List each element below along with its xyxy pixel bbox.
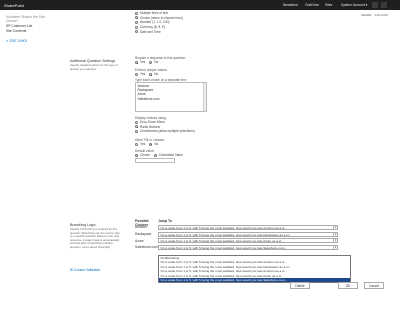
help-icon[interactable] <box>381 2 387 8</box>
jump-to-select[interactable]: On a scale from 1 to 5, with 5 being the… <box>158 224 338 230</box>
jump-to-select[interactable]: On a scale from 1 to 5, with 5 being the… <box>158 244 338 250</box>
radio[interactable] <box>135 153 138 157</box>
choice-name: Salesforce.com <box>135 245 158 250</box>
chevron-down-icon[interactable]: ▼ <box>333 225 337 229</box>
choice-name: Amazon <box>135 225 148 230</box>
scrollbar[interactable] <box>203 82 206 111</box>
select-value: On a scale from 1 to 5, with 5 being the… <box>160 239 284 244</box>
radio[interactable] <box>135 129 138 133</box>
settings-form: Multiple lines of text Choice (menu to c… <box>135 11 335 163</box>
jump-to-dropdown-list[interactable]: No Branching On a scale from 1 to 5, wit… <box>158 255 351 284</box>
section-desc-additional: Specify detailed options for the type of… <box>70 63 118 71</box>
require-no[interactable]: No <box>149 60 158 65</box>
require-yes[interactable]: Yes <box>135 60 145 65</box>
jump-to-select[interactable]: On a scale from 1 to 5, with 5 being the… <box>158 238 338 244</box>
nav-item-site-contents[interactable]: Site Contents <box>6 29 62 34</box>
column-validation-label: Column Validation <box>73 268 101 272</box>
radio[interactable] <box>135 120 138 124</box>
type-option-label: Date and Time <box>140 29 161 34</box>
type-option-label: Currency ($, ¥, €) <box>140 25 165 30</box>
fillin-yes[interactable]: Yes <box>135 142 145 147</box>
select-value: On a scale from 1 to 5, with 5 being the… <box>160 245 288 250</box>
plus-icon: ⊞ <box>70 268 73 272</box>
radio-label: Yes <box>140 60 146 65</box>
radio-label: Drop-Down Menu <box>140 120 165 125</box>
choice-name: Azure <box>135 238 144 243</box>
radio[interactable] <box>135 11 138 15</box>
unique-no[interactable]: No <box>149 72 158 77</box>
radio-label: Yes <box>140 72 146 77</box>
branch-row-amazon: Amazon On a scale from 1 to 5, with 5 be… <box>135 224 350 231</box>
radio[interactable] <box>135 142 138 146</box>
delete-button[interactable]: Delete <box>290 282 310 289</box>
quick-launch: Volunteer Shares the Size Choice? SP Cus… <box>6 15 62 44</box>
col-possible-choices: Possible Choices <box>135 219 149 227</box>
branch-row-azure: Azure On a scale from 1 to 5, with 5 bei… <box>135 237 350 244</box>
default-group: Choice Calculated Value <box>135 153 335 158</box>
radio-label: Calculated Value <box>158 153 183 158</box>
account-menu[interactable]: System Account ▾ <box>341 3 367 7</box>
settings-icon[interactable] <box>372 2 378 8</box>
chevron-down-icon[interactable]: ▼ <box>333 232 337 236</box>
radio[interactable] <box>135 16 138 20</box>
choice-line: Salesforce.com <box>137 96 160 101</box>
unique-yes[interactable]: Yes <box>135 72 145 77</box>
suite-bar: SharePoint Newsfeed OneDrive Sites Syste… <box>0 0 400 10</box>
select-value: On a scale from 1 to 5, with 5 being the… <box>160 225 287 230</box>
radio[interactable] <box>135 30 138 34</box>
share-button[interactable]: SHARE <box>361 13 371 17</box>
radio-label: Checkboxes (allow multiple selections) <box>140 129 195 134</box>
radio[interactable] <box>135 72 138 76</box>
fillin-no[interactable]: No <box>149 142 158 147</box>
branching-table: Possible Choices Jump To Amazon On a sca… <box>135 219 350 251</box>
radio[interactable] <box>149 142 153 146</box>
radio-label: No <box>154 72 159 77</box>
radio[interactable] <box>153 153 157 157</box>
default-calculated[interactable]: Calculated Value <box>153 153 183 158</box>
jump-to-select[interactable]: On a scale from 1 to 5, with 5 being the… <box>158 231 338 237</box>
radio[interactable] <box>149 72 153 76</box>
column-validation-link[interactable]: ⊞Column Validation <box>70 268 100 272</box>
radio-label: Radio Buttons <box>140 124 161 129</box>
type-option-label: Number (1, 1.0, 100) <box>140 20 170 25</box>
radio[interactable] <box>135 60 138 64</box>
type-option-label: Choice (menu to choose from) <box>140 15 183 20</box>
radio-label: No <box>154 60 159 65</box>
ok-button[interactable]: OK <box>338 282 358 289</box>
edit-links[interactable]: ✎ EDIT LINKS <box>6 39 62 44</box>
radio-label: No <box>154 142 159 147</box>
edit-links-label: EDIT LINKS <box>9 38 27 43</box>
branch-row-salesforce: Salesforce.com On a scale from 1 to 5, w… <box>135 244 350 251</box>
follow-button[interactable]: FOLLOW <box>375 13 388 17</box>
col-jump-to: Jump To <box>158 219 172 223</box>
choice-name: Rackspace <box>135 232 152 237</box>
nav-onedrive[interactable]: OneDrive <box>305 3 319 7</box>
chevron-down-icon[interactable]: ▼ <box>333 245 337 249</box>
radio[interactable] <box>135 25 138 29</box>
nav-newsfeed[interactable]: Newsfeed <box>283 3 298 7</box>
radio[interactable] <box>135 125 138 129</box>
select-value: On a scale from 1 to 5, with 5 being the… <box>160 232 292 237</box>
dropdown-option-selected[interactable]: On a scale from 1 to 5, with 5 being the… <box>159 277 350 283</box>
radio[interactable] <box>149 60 153 64</box>
nav-sites[interactable]: Sites <box>325 3 332 7</box>
section-desc-branching: Specify if branching is enabled for this… <box>70 227 120 249</box>
default-value-input[interactable] <box>135 157 175 163</box>
choices-textarea[interactable]: Amazon Rackspace Azure Salesforce.com <box>135 81 207 112</box>
default-choice[interactable]: Choice <box>135 153 150 158</box>
cancel-button[interactable]: Cancel <box>364 282 384 289</box>
type-option-label: Multiple lines of text <box>140 11 168 16</box>
radio[interactable] <box>135 20 138 24</box>
app-title[interactable]: SharePoint <box>4 3 24 8</box>
branch-row-rackspace: Rackspace On a scale from 1 to 5, with 5… <box>135 231 350 238</box>
radio-label: Choice <box>140 153 150 158</box>
chevron-down-icon[interactable]: ▼ <box>333 239 337 243</box>
radio-label: Yes <box>140 142 146 147</box>
